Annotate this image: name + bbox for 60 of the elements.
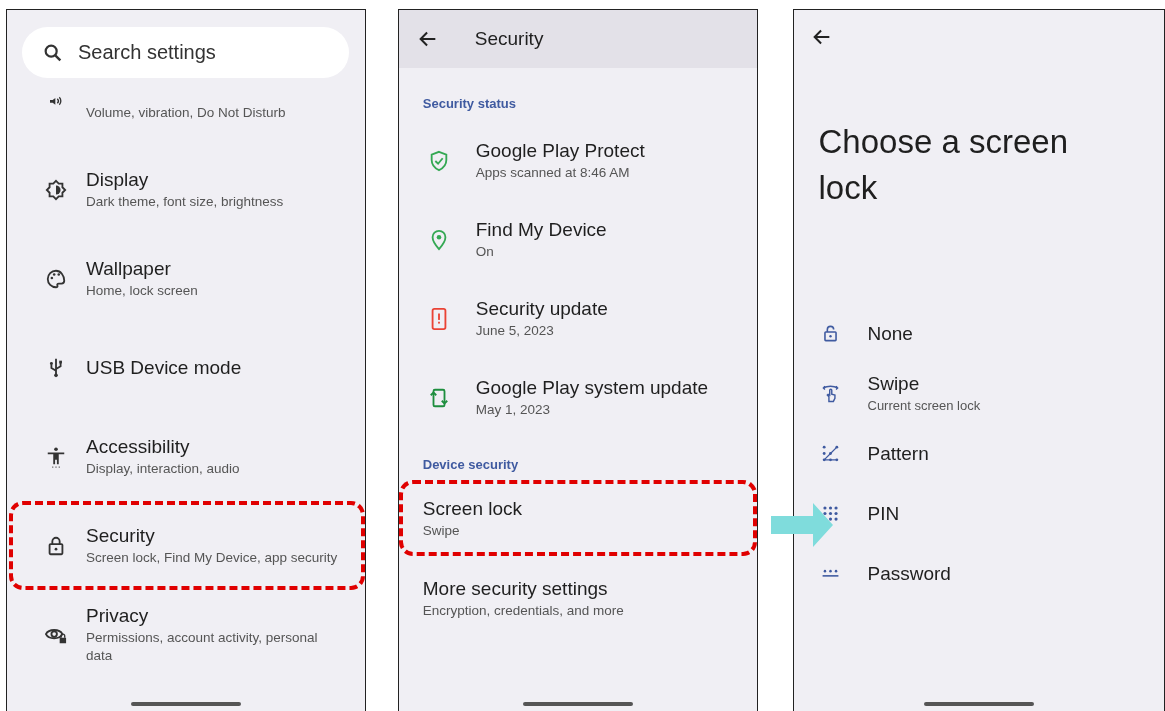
option-title: Password xyxy=(867,561,951,585)
settings-item[interactable]: USB Device mode xyxy=(9,323,365,412)
item-subtitle: May 1, 2023 xyxy=(475,401,552,419)
screen-title: Security xyxy=(474,28,544,50)
item-title: USB Device mode xyxy=(86,356,242,379)
option-subtitle: Current screen lock xyxy=(867,396,981,415)
item-title: Security update xyxy=(475,297,608,320)
option-title: None xyxy=(867,321,913,345)
item-subtitle: June 5, 2023 xyxy=(475,322,555,340)
lock-option[interactable]: Pattern xyxy=(793,423,1164,483)
section-heading: Device security xyxy=(421,457,520,472)
settings-item[interactable]: Screen lock Swipe xyxy=(398,480,757,556)
item-title: Security xyxy=(86,524,156,547)
option-title: Swipe xyxy=(867,371,921,395)
item-title: Wallpaper xyxy=(86,257,172,280)
settings-item[interactable]: Privacy Permissions, account activity, personal data xyxy=(9,590,365,679)
item-subtitle: Permissions, account activity, personal data xyxy=(86,629,319,665)
item-subtitle: Volume, vibration, Do Not Disturb xyxy=(86,104,286,122)
settings-item[interactable]: Display Dark theme, font size, brightness xyxy=(9,145,365,234)
item-subtitle: On xyxy=(475,243,495,261)
option-title: PIN xyxy=(867,501,900,525)
item-title: Google Play system update xyxy=(475,376,709,399)
settings-item[interactable]: Accessibility Display, interaction, audio xyxy=(9,412,365,501)
item-title: Google Play Protect xyxy=(475,139,645,162)
item-title: Display xyxy=(86,168,150,191)
settings-item[interactable]: Google Play system update May 1, 2023 xyxy=(398,358,757,437)
lock-option[interactable]: Password xyxy=(793,543,1164,603)
swipe-hand-icon xyxy=(821,383,840,403)
item-subtitle: Home, lock screen xyxy=(86,282,198,300)
lock-option[interactable]: Swipe Current screen lock xyxy=(793,363,1164,423)
unlocked-icon xyxy=(821,323,840,343)
item-subtitle: Dark theme, font size, brightness xyxy=(86,193,284,211)
screen-title: Choose a screen lock xyxy=(818,122,1069,208)
brightness-icon xyxy=(45,178,67,201)
item-subtitle: Screen lock, Find My Device, app security xyxy=(86,549,338,567)
settings-item[interactable]: Wallpaper Home, lock screen xyxy=(9,234,365,323)
settings-item[interactable]: Security update June 5, 2023 xyxy=(398,279,757,358)
accessibility-icon xyxy=(45,445,67,468)
section-heading: Security status xyxy=(421,96,517,111)
pattern-icon xyxy=(821,443,840,463)
item-title: Accessibility xyxy=(86,435,191,458)
settings-item[interactable]: More security settings Encryption, credentials, and more xyxy=(398,560,757,636)
search-icon xyxy=(42,42,64,64)
item-subtitle: Apps scanned at 8:46 AM xyxy=(475,164,631,182)
item-title: Privacy xyxy=(86,604,150,627)
settings-item[interactable]: Volume, vibration, Do Not Disturb xyxy=(9,78,365,145)
lock-option[interactable]: None xyxy=(793,303,1164,363)
item-title: More security settings xyxy=(422,576,609,600)
search-field[interactable]: Search settings xyxy=(22,27,349,78)
item-title: Screen lock xyxy=(422,496,523,520)
item-title: Find My Device xyxy=(475,218,607,241)
option-title: Pattern xyxy=(867,441,929,465)
palette-icon xyxy=(45,267,67,290)
item-subtitle: Encryption, credentials, and more xyxy=(422,601,624,620)
settings-item[interactable]: Google Play Protect Apps scanned at 8:46 AM xyxy=(398,121,757,200)
item-subtitle: Display, interaction, audio xyxy=(86,460,240,478)
pointer-arrow xyxy=(771,503,833,547)
item-subtitle: Swipe xyxy=(422,521,461,540)
settings-item[interactable]: Security Screen lock, Find My Device, app security xyxy=(9,501,365,590)
settings-item[interactable]: Find My Device On xyxy=(398,200,757,279)
